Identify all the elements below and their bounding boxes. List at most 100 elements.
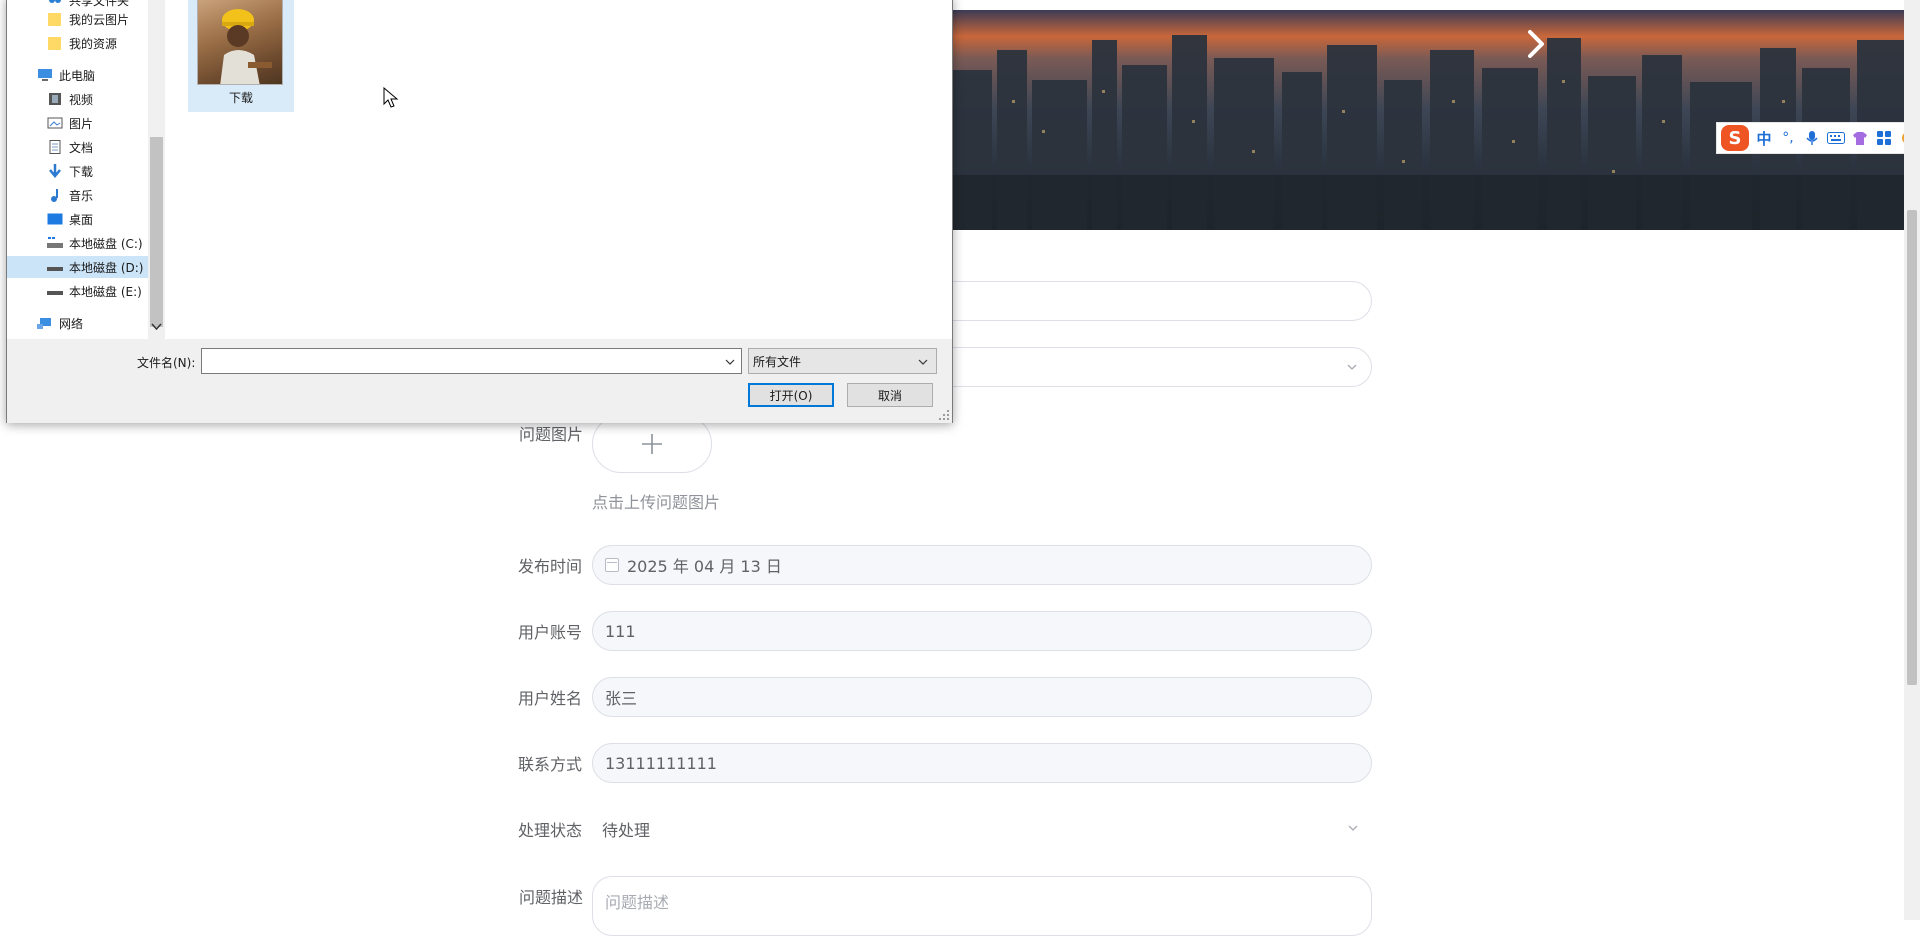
computer-icon bbox=[37, 68, 53, 82]
chevron-down-icon[interactable] bbox=[725, 357, 735, 367]
ime-logo-icon[interactable]: S bbox=[1721, 125, 1749, 151]
nav-item-label: 我的云图片 bbox=[69, 12, 130, 27]
open-button[interactable]: 打开(O) bbox=[748, 383, 834, 407]
nav-item-music[interactable]: 音乐 bbox=[47, 184, 93, 206]
nav-item-label: 本地磁盘 (E:) bbox=[69, 284, 142, 299]
nav-item-label: 桌面 bbox=[69, 212, 94, 227]
nav-item-cloud-pictures[interactable]: 我的云图片 bbox=[47, 8, 129, 30]
nav-item-desktop[interactable]: 桌面 bbox=[47, 208, 93, 230]
chevron-down-icon bbox=[1348, 825, 1358, 831]
resize-grip-icon[interactable] bbox=[938, 409, 950, 421]
folder-icon bbox=[47, 12, 63, 26]
contact-value: 13111111111 bbox=[605, 753, 717, 773]
nav-item-label: 此电脑 bbox=[59, 68, 96, 83]
shared-folder-icon bbox=[47, 0, 63, 7]
chevron-down-icon bbox=[918, 359, 928, 365]
cancel-button[interactable]: 取消 bbox=[847, 383, 933, 407]
publish-time-value: 2025 年 04 月 13 日 bbox=[627, 557, 782, 576]
plus-icon bbox=[642, 434, 662, 454]
nav-item-label: 文档 bbox=[69, 140, 94, 155]
drive-icon bbox=[47, 260, 63, 274]
desktop-icon bbox=[47, 212, 63, 226]
drive-c-icon bbox=[47, 236, 63, 250]
ime-language-toggle[interactable]: 中 bbox=[1755, 127, 1773, 149]
documents-icon bbox=[47, 140, 63, 154]
nav-item-label: 视频 bbox=[69, 92, 94, 107]
nav-item-videos[interactable]: 视频 bbox=[47, 88, 93, 110]
status-select[interactable]: 待处理 bbox=[592, 809, 1372, 849]
keyboard-icon[interactable] bbox=[1827, 127, 1845, 149]
nav-item-drive-e[interactable]: 本地磁盘 (E:) bbox=[47, 280, 142, 302]
banner-next-arrow-icon[interactable] bbox=[1520, 24, 1552, 64]
city-skyline-graphic bbox=[952, 35, 1904, 230]
name-label: 用户姓名 bbox=[517, 689, 582, 708]
music-icon bbox=[47, 188, 63, 202]
name-input[interactable]: 张三 bbox=[592, 677, 1372, 717]
drive-icon bbox=[47, 284, 63, 298]
filetype-value: 所有文件 bbox=[753, 354, 802, 369]
nav-item-this-pc[interactable]: 此电脑 bbox=[37, 64, 95, 86]
filename-label: 文件名(N): bbox=[137, 356, 196, 370]
publish-time-input[interactable]: 2025 年 04 月 13 日 bbox=[592, 545, 1372, 585]
download-icon bbox=[47, 164, 63, 178]
form-row-publish-time: 发布时间 2025 年 04 月 13 日 bbox=[517, 544, 1372, 586]
nav-item-label: 图片 bbox=[69, 116, 94, 131]
nav-item-downloads[interactable]: 下载 bbox=[47, 160, 93, 182]
pictures-icon bbox=[47, 116, 63, 130]
toolbox-grid-icon[interactable] bbox=[1875, 127, 1893, 149]
page-scrollbar[interactable] bbox=[1904, 0, 1920, 920]
navigation-scrollbar[interactable] bbox=[148, 0, 165, 339]
nav-item-drive-d[interactable]: 本地磁盘 (D:) bbox=[7, 256, 148, 278]
file-name: 下载 bbox=[228, 91, 253, 105]
publish-time-label: 发布时间 bbox=[517, 557, 582, 576]
folder-icon bbox=[47, 36, 63, 50]
form-row-status: 处理状态 待处理 bbox=[517, 808, 1372, 850]
form-row-account: 用户账号 111 bbox=[517, 610, 1372, 652]
file-thumbnail-image bbox=[197, 0, 283, 85]
file-item[interactable]: 下载 bbox=[188, 0, 294, 112]
description-placeholder: 问题描述 bbox=[605, 893, 670, 912]
navigation-pane: 共享文件夹 我的云图片 我的资源 此电脑 视频 图片 文档 下载 音乐 桌面 本… bbox=[7, 0, 148, 339]
status-value: 待处理 bbox=[602, 821, 651, 840]
navigation-scrollbar-thumb[interactable] bbox=[150, 137, 163, 327]
account-label: 用户账号 bbox=[517, 623, 582, 642]
mouse-cursor-icon bbox=[383, 87, 399, 108]
banner-image bbox=[952, 10, 1904, 230]
nav-item-label: 下载 bbox=[69, 164, 94, 179]
nav-item-pictures[interactable]: 图片 bbox=[47, 112, 93, 134]
nav-item-drive-c[interactable]: 本地磁盘 (C:) bbox=[47, 232, 143, 254]
nav-item-documents[interactable]: 文档 bbox=[47, 136, 93, 158]
nav-item-label: 我的资源 bbox=[69, 36, 118, 51]
form-row-name: 用户姓名 张三 bbox=[517, 676, 1372, 718]
skin-icon[interactable] bbox=[1851, 127, 1869, 149]
file-list-area[interactable]: 下载 bbox=[165, 0, 952, 339]
form-row-contact: 联系方式 13111111111 bbox=[517, 742, 1372, 784]
chevron-down-icon bbox=[1347, 364, 1357, 370]
calendar-icon bbox=[605, 558, 619, 572]
page-scrollbar-thumb[interactable] bbox=[1907, 210, 1917, 685]
description-textarea[interactable]: 问题描述 bbox=[592, 876, 1372, 936]
upload-image-button[interactable] bbox=[592, 415, 712, 473]
upload-label: 问题图片 bbox=[518, 425, 583, 444]
nav-item-network[interactable]: 网络 bbox=[37, 312, 83, 334]
nav-item-my-resources[interactable]: 我的资源 bbox=[47, 32, 117, 54]
description-label: 问题描述 bbox=[518, 888, 583, 907]
dialog-footer: 文件名(N): 所有文件 打开(O) 取消 bbox=[7, 339, 952, 423]
account-input[interactable]: 111 bbox=[592, 611, 1372, 651]
nav-item-label: 网络 bbox=[59, 316, 84, 331]
microphone-icon[interactable] bbox=[1803, 127, 1821, 149]
contact-input[interactable]: 13111111111 bbox=[592, 743, 1372, 783]
ime-toolbar: S 中 °, bbox=[1716, 122, 1920, 154]
filename-input[interactable] bbox=[201, 348, 742, 374]
ime-punctuation-toggle[interactable]: °, bbox=[1779, 127, 1797, 149]
scroll-down-arrow-icon[interactable] bbox=[151, 321, 162, 333]
nav-item-label: 本地磁盘 (D:) bbox=[69, 260, 144, 275]
status-label: 处理状态 bbox=[517, 821, 582, 840]
file-open-dialog: 共享文件夹 我的云图片 我的资源 此电脑 视频 图片 文档 下载 音乐 桌面 本… bbox=[6, 0, 953, 423]
nav-item-label: 音乐 bbox=[69, 188, 94, 203]
account-value: 111 bbox=[605, 621, 636, 641]
video-icon bbox=[47, 92, 63, 106]
upload-hint: 点击上传问题图片 bbox=[592, 493, 721, 512]
name-value: 张三 bbox=[605, 689, 638, 708]
filetype-select[interactable]: 所有文件 bbox=[748, 348, 937, 374]
